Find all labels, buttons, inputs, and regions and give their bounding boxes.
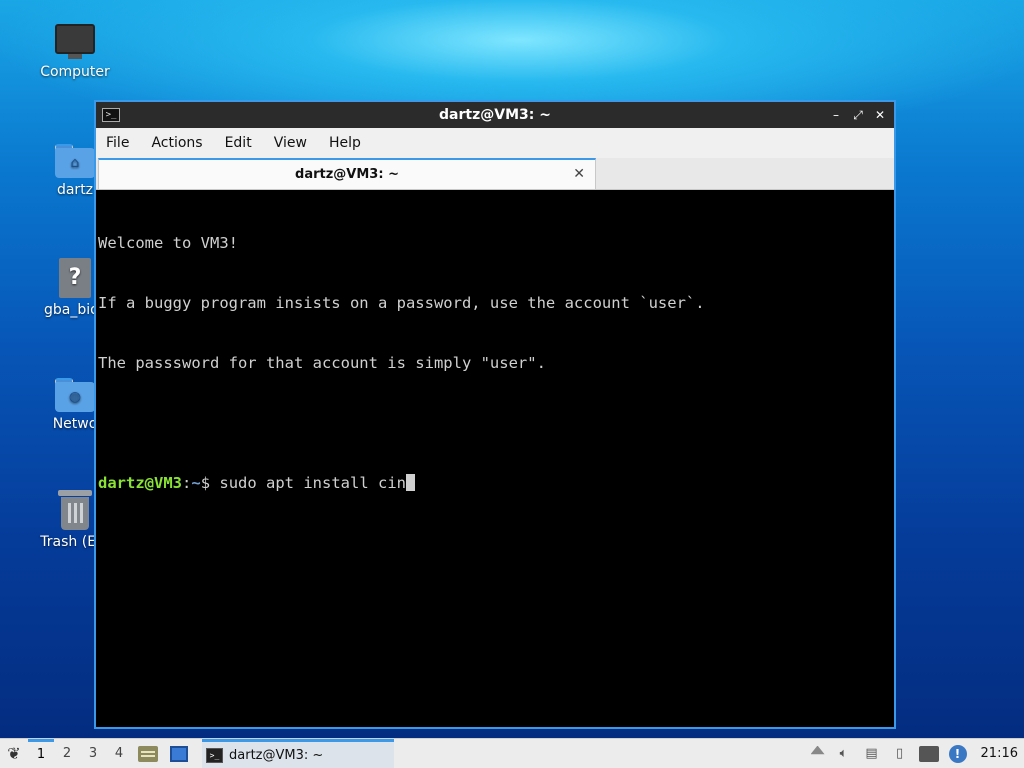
menu-actions[interactable]: Actions — [151, 135, 202, 151]
trash-icon — [58, 490, 92, 530]
prompt-symbol: $ — [200, 474, 220, 492]
workspace-1[interactable]: 1 — [28, 738, 54, 768]
computer-icon — [54, 24, 96, 60]
eject-icon[interactable] — [810, 745, 825, 755]
minimize-button[interactable]: – — [830, 108, 842, 123]
terminal-output[interactable]: Welcome to VM3! If a buggy program insis… — [96, 190, 894, 727]
menu-bar: File Actions Edit View Help — [96, 128, 894, 158]
menu-help[interactable]: Help — [329, 135, 361, 151]
terminal-line: The passsword for that account is simply… — [98, 354, 546, 372]
unknown-file-icon: ? — [59, 258, 91, 298]
prompt-path: ~ — [191, 474, 201, 492]
taskbar: ❦ 1 2 3 4 >_ dartz@VM3: ~ 🔈︎ ▤ ▯ ! 21:16 — [0, 738, 1024, 768]
desktop-icon-computer[interactable]: Computer — [27, 24, 123, 80]
task-label: dartz@VM3: ~ — [229, 747, 324, 763]
network-icon[interactable] — [918, 745, 939, 762]
menu-file[interactable]: File — [106, 135, 129, 151]
workspace-2[interactable]: 2 — [54, 739, 80, 768]
network-folder-icon: ◍ — [55, 376, 95, 412]
show-desktop-icon[interactable] — [170, 745, 188, 762]
window-title: dartz@VM3: ~ — [439, 107, 551, 123]
tab-bar: dartz@VM3: ~ ✕ — [96, 158, 894, 190]
text-cursor — [406, 474, 415, 491]
window-controls: – ⤢ ✕ — [830, 108, 886, 123]
volume-icon[interactable]: 🔈︎ — [835, 745, 853, 763]
terminal-tab[interactable]: dartz@VM3: ~ ✕ — [98, 158, 596, 190]
taskbar-task-terminal[interactable]: >_ dartz@VM3: ~ — [202, 738, 394, 768]
tab-label: dartz@VM3: ~ — [295, 167, 399, 182]
clipboard-icon[interactable]: ▤ — [863, 745, 881, 763]
start-menu-icon[interactable]: ❦ — [0, 740, 28, 768]
tab-close-icon[interactable]: ✕ — [573, 166, 585, 182]
workspace-4[interactable]: 4 — [106, 739, 132, 768]
terminal-line: If a buggy program insists on a password… — [98, 294, 705, 312]
home-folder-icon: ⌂ — [55, 142, 95, 178]
menu-edit[interactable]: Edit — [225, 135, 252, 151]
terminal-line: Welcome to VM3! — [98, 234, 238, 252]
close-button[interactable]: ✕ — [874, 108, 886, 123]
command-input[interactable]: sudo apt install cin — [219, 474, 406, 492]
window-titlebar[interactable]: >_ dartz@VM3: ~ – ⤢ ✕ — [96, 102, 894, 128]
desktop-icon-label: Computer — [40, 64, 110, 80]
workspace-3[interactable]: 3 — [80, 739, 106, 768]
terminal-window[interactable]: >_ dartz@VM3: ~ – ⤢ ✕ File Actions Edit … — [94, 100, 896, 729]
terminal-task-icon: >_ — [206, 747, 223, 763]
prompt-user: dartz@VM3 — [98, 474, 182, 492]
menu-view[interactable]: View — [274, 135, 307, 151]
terminal-prompt-line: dartz@VM3:~$ sudo apt install cin — [98, 473, 892, 493]
system-tray: 🔈︎ ▤ ▯ ! 21:16 — [810, 744, 1024, 763]
notes-icon[interactable]: ▯ — [891, 745, 909, 763]
clock[interactable]: 21:16 — [981, 745, 1018, 763]
update-notifier-icon[interactable]: ! — [948, 744, 967, 763]
maximize-button[interactable]: ⤢ — [852, 108, 864, 123]
prompt-separator: : — [182, 474, 192, 492]
file-manager-launcher-icon[interactable] — [138, 745, 158, 762]
